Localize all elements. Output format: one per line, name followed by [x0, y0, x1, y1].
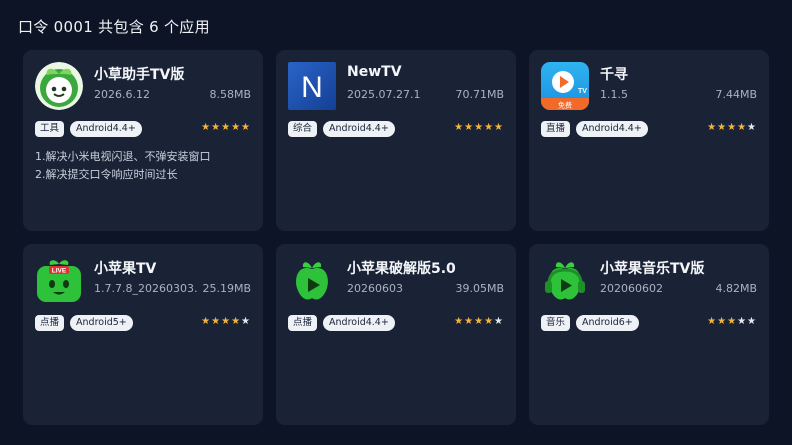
green-apple-headphones-icon [541, 256, 589, 304]
green-apple-tv-live-icon: LIVE [35, 256, 83, 304]
app-version: 202060602 [600, 282, 663, 295]
app-card-newtv[interactable]: N NewTV 2025.07.27.1 70.71MB 综合 Android4… [276, 50, 516, 231]
app-size: 70.71MB [455, 88, 504, 101]
star-filled-icon: ★ [737, 122, 748, 133]
newtv-icon-letter: N [301, 71, 323, 104]
star-filled-icon: ★ [727, 122, 738, 133]
star-empty-icon: ★ [747, 316, 757, 327]
star-filled-icon: ★ [474, 122, 485, 133]
app-version: 1.7.7.8_20260303… [94, 282, 198, 295]
app-size: 7.44MB [715, 88, 757, 101]
app-version: 2026.6.12 [94, 88, 150, 101]
app-version: 2025.07.27.1 [347, 88, 421, 101]
star-filled-icon: ★ [211, 122, 222, 133]
newtv-n-letter-icon: N [288, 62, 336, 110]
app-version: 20260603 [347, 282, 403, 295]
star-filled-icon: ★ [241, 122, 251, 133]
star-filled-icon: ★ [464, 316, 475, 327]
app-card-xiaopingguo-tv[interactable]: LIVE 小苹果TV 1.7.7.8_20260303… 25.19MB 点播 … [23, 244, 263, 425]
star-empty-icon: ★ [494, 316, 504, 327]
qianxun-tv-label: TV [578, 88, 587, 95]
star-filled-icon: ★ [231, 122, 242, 133]
star-filled-icon: ★ [201, 316, 212, 327]
category-tag: 点播 [288, 315, 318, 331]
app-name: 小苹果破解版5.0 [347, 261, 456, 277]
category-tag: 综合 [288, 121, 318, 137]
app-card-xiaopingguo-music[interactable]: 小苹果音乐TV版 202060602 4.82MB 音乐 Android6+ ★… [529, 244, 769, 425]
rating-stars: ★★★★★ [454, 122, 504, 133]
star-filled-icon: ★ [201, 122, 212, 133]
platform-tag: Android6+ [576, 315, 639, 331]
rating-stars: ★★★★★ [454, 316, 504, 327]
green-cartoon-sprout-icon [35, 62, 83, 110]
qianxun-play-tv-icon: TV 免费 [541, 62, 589, 110]
update-notes: 1.解决小米电视闪退、不弹安装窗口 2.解决提交口令响应时间过长 [35, 148, 211, 184]
star-filled-icon: ★ [727, 316, 738, 327]
star-filled-icon: ★ [231, 316, 242, 327]
platform-tag: Android4.4+ [323, 121, 395, 137]
rating-stars: ★★★★★ [707, 316, 757, 327]
star-filled-icon: ★ [484, 122, 495, 133]
app-card-xiaocao[interactable]: 小草助手TV版 2026.6.12 8.58MB 工具 Android4.4+ … [23, 50, 263, 231]
app-size: 4.82MB [715, 282, 757, 295]
star-empty-icon: ★ [737, 316, 748, 327]
live-badge: LIVE [52, 268, 67, 275]
star-filled-icon: ★ [211, 316, 222, 327]
app-name: 小苹果音乐TV版 [600, 261, 705, 277]
app-card-qianxun[interactable]: TV 免费 千寻 1.1.5 7.44MB 直播 Android4.4+ ★★★… [529, 50, 769, 231]
star-filled-icon: ★ [484, 316, 495, 327]
star-filled-icon: ★ [494, 122, 504, 133]
update-note: 1.解决小米电视闪退、不弹安装窗口 [35, 150, 211, 163]
update-note: 2.解决提交口令响应时间过长 [35, 168, 178, 181]
rating-stars: ★★★★★ [201, 316, 251, 327]
star-empty-icon: ★ [241, 316, 251, 327]
platform-tag: Android4.4+ [70, 121, 142, 137]
star-filled-icon: ★ [717, 316, 728, 327]
app-card-xiaopingguo-crack[interactable]: 小苹果破解版5.0 20260603 39.05MB 点播 Android4.4… [276, 244, 516, 425]
star-filled-icon: ★ [474, 316, 485, 327]
category-tag: 音乐 [541, 315, 571, 331]
star-filled-icon: ★ [464, 122, 475, 133]
category-tag: 直播 [541, 121, 571, 137]
rating-stars: ★★★★★ [201, 122, 251, 133]
page-title: 口令 0001 共包含 6 个应用 [18, 18, 210, 36]
category-tag: 点播 [35, 315, 65, 331]
category-tag: 工具 [35, 121, 65, 137]
star-empty-icon: ★ [747, 122, 757, 133]
app-version: 1.1.5 [600, 88, 628, 101]
app-size: 39.05MB [455, 282, 504, 295]
platform-tag: Android4.4+ [576, 121, 648, 137]
qianxun-free-label: 免费 [558, 101, 572, 110]
app-size: 25.19MB [202, 282, 251, 295]
star-filled-icon: ★ [707, 122, 718, 133]
star-filled-icon: ★ [221, 122, 232, 133]
green-apple-play-icon [288, 256, 336, 304]
app-name: NewTV [347, 64, 402, 80]
star-filled-icon: ★ [707, 316, 718, 327]
app-name: 小草助手TV版 [94, 67, 185, 83]
app-size: 8.58MB [209, 88, 251, 101]
platform-tag: Android4.4+ [323, 315, 395, 331]
star-filled-icon: ★ [454, 122, 465, 133]
app-name: 千寻 [600, 67, 628, 83]
star-filled-icon: ★ [717, 122, 728, 133]
rating-stars: ★★★★★ [707, 122, 757, 133]
star-filled-icon: ★ [221, 316, 232, 327]
app-name: 小苹果TV [94, 261, 157, 277]
platform-tag: Android5+ [70, 315, 133, 331]
star-filled-icon: ★ [454, 316, 465, 327]
